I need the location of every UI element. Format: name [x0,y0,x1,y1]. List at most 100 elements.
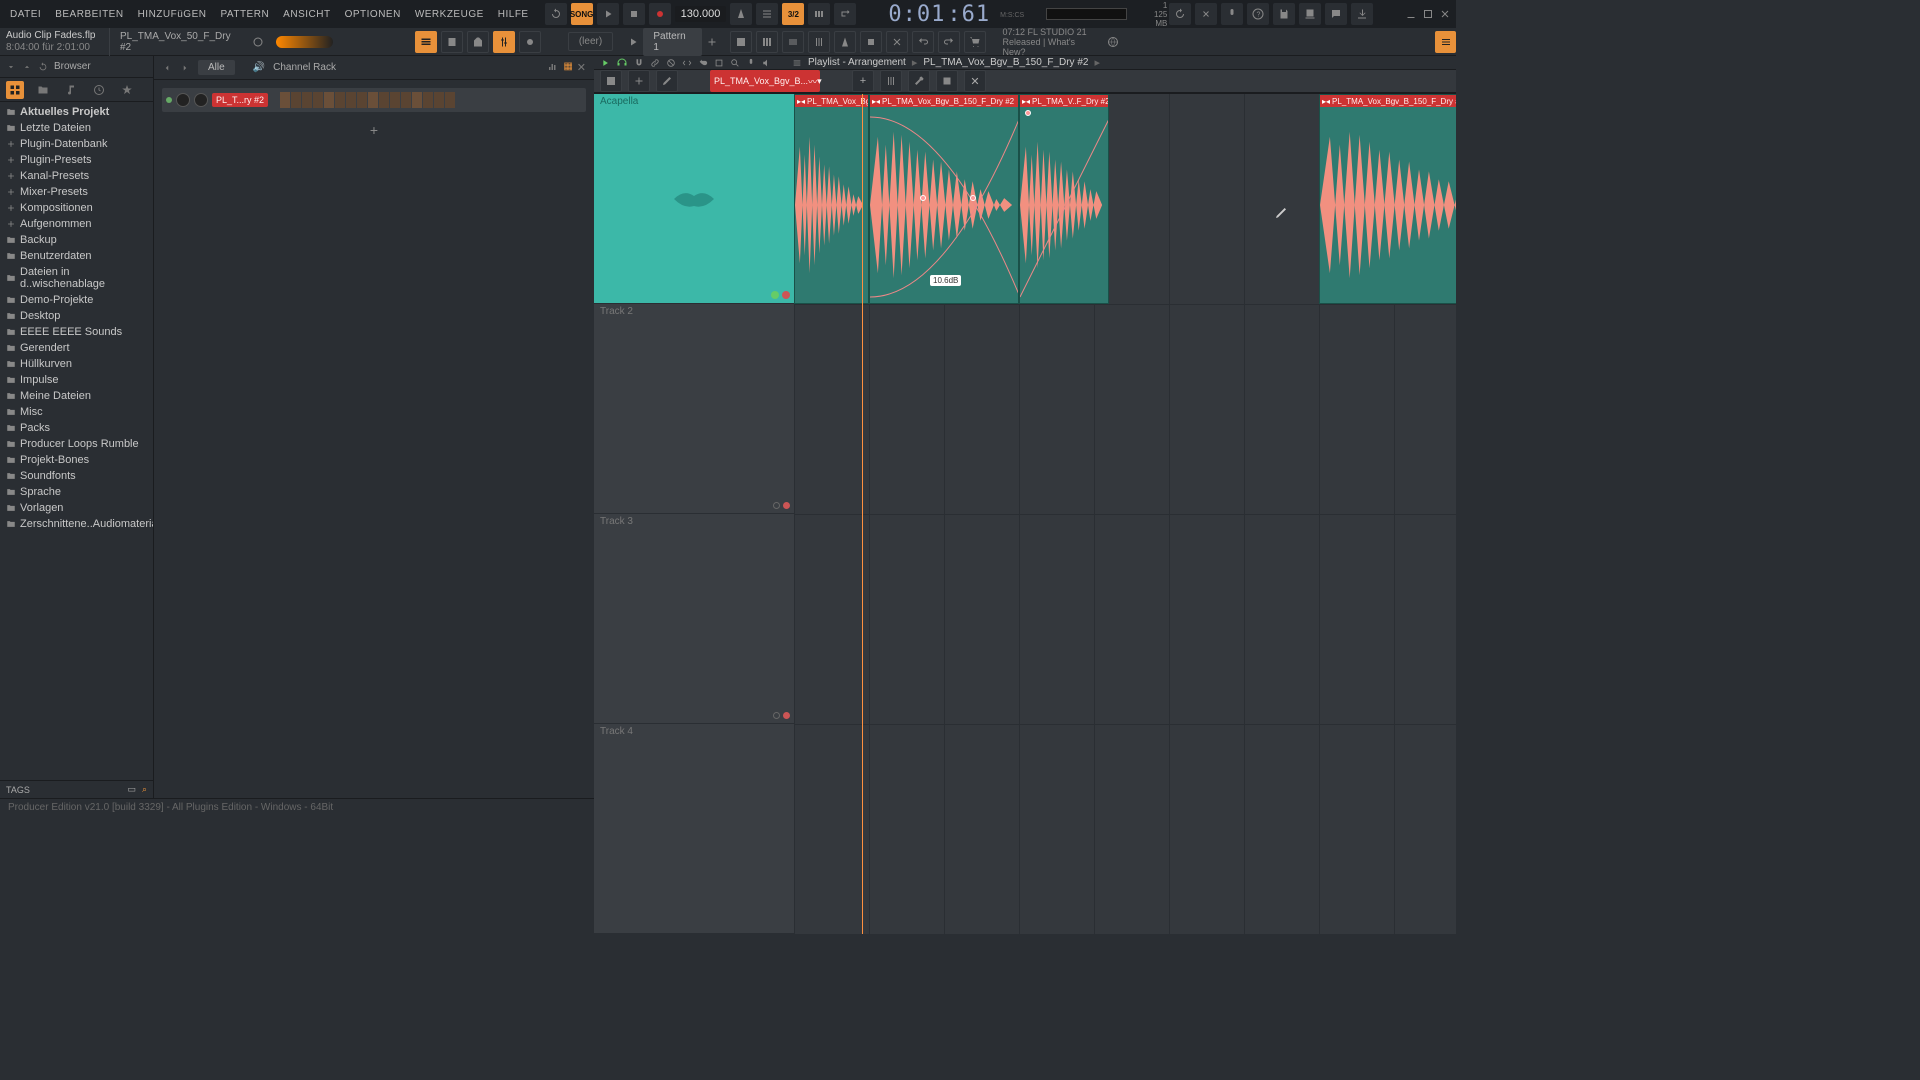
browser-button[interactable] [519,31,541,53]
fade-handle-icon[interactable] [920,195,926,201]
undo-history-icon[interactable] [1169,3,1191,25]
pl-tool-close[interactable]: ✕ [964,70,986,92]
pl-lr-icon[interactable] [682,58,692,68]
track-solo-icon[interactable] [782,291,790,299]
sync-icon[interactable] [545,3,567,25]
maximize-icon[interactable] [1421,3,1436,25]
pattern-add-icon[interactable] [702,31,723,53]
step-icon[interactable] [808,3,830,25]
view-plugin-btn[interactable] [860,31,882,53]
render-icon[interactable] [1299,3,1321,25]
channel-led-icon[interactable] [166,97,172,103]
piano-roll-button[interactable] [441,31,463,53]
tree-item[interactable]: Projekt-Bones [0,452,153,468]
menu-hilfe[interactable]: HILFE [492,9,535,20]
stop-button[interactable] [623,3,645,25]
tree-item[interactable]: Producer Loops Rumble [0,436,153,452]
tree-item[interactable]: Dateien in d..wischenablage [0,264,153,292]
view-close-btn[interactable] [886,31,908,53]
menu-datei[interactable]: DATEI [4,9,47,20]
browser-folder-icon[interactable] [34,81,52,99]
rack-fwd-icon[interactable] [180,63,190,73]
rack-graph-icon[interactable] [547,61,559,73]
menu-werkzeuge[interactable]: WERKZEUGE [409,9,490,20]
playhead[interactable] [862,94,863,934]
loop-icon[interactable] [834,3,856,25]
browser-audio-icon[interactable] [62,81,80,99]
playlist-view-button[interactable] [415,31,437,53]
tree-item[interactable]: Kanal-Presets [0,168,153,184]
metronome-icon[interactable] [730,3,752,25]
audio-clip[interactable]: ▸◂PL_TMA_Vox_Bgv_B_150_F_Dry #2 10.6dB [869,94,1019,304]
tree-item[interactable]: Misc [0,404,153,420]
download-icon[interactable] [1351,3,1373,25]
pl-mic-icon[interactable] [746,58,756,68]
tree-item[interactable]: Mixer-Presets [0,184,153,200]
view-channelrack-btn[interactable] [782,31,804,53]
rack-grid-icon[interactable]: ▦ [563,61,572,74]
pl-tool-pattern[interactable] [936,70,958,92]
tree-item[interactable]: Gerendert [0,340,153,356]
pl-tool-draw[interactable] [656,70,678,92]
tree-item[interactable]: Desktop [0,308,153,324]
collapse-icon[interactable] [6,62,16,72]
view-mixer-btn[interactable] [808,31,830,53]
tree-item[interactable]: Plugin-Presets [0,152,153,168]
menu-bearbeiten[interactable]: BEARBEITEN [49,9,129,20]
channel-vol-knob[interactable] [194,93,208,107]
audio-clip[interactable]: ▸◂PL_TMA_V..F_Dry #2 [1019,94,1109,304]
playlist-grid[interactable]: 2 3 4 5 6 7 8 ▸◂PL_TMA_Vox_Bgv ▸◂PL_ [794,94,1456,934]
pl-headphones-icon[interactable] [616,57,628,69]
audio-clip[interactable]: ▸◂PL_TMA_Vox_Bgv_B_150_F_Dry #2 [1319,94,1456,304]
pl-link-icon[interactable] [650,58,660,68]
audio-clip[interactable]: ▸◂PL_TMA_Vox_Bgv [794,94,869,304]
view-tempo-btn[interactable] [834,31,856,53]
rack-channel-row[interactable]: PL_T...ry #2 [162,88,586,112]
pl-tool-add[interactable] [628,70,650,92]
fade-handle-icon[interactable] [1025,110,1031,116]
pl-tool-wrench[interactable] [908,70,930,92]
rack-back-icon[interactable] [162,63,172,73]
track-mute-icon[interactable] [771,291,779,299]
tree-item[interactable]: Hüllkurven [0,356,153,372]
channel-pan-knob[interactable] [176,93,190,107]
pattern-prev-icon[interactable] [623,31,644,53]
rack-speaker-icon[interactable]: 🔊 [253,62,265,73]
rack-filter[interactable]: Alle [198,60,235,75]
tree-item[interactable]: Kompositionen [0,200,153,216]
pl-tool-sliders[interactable] [880,70,902,92]
mini-play-icon[interactable] [248,31,269,53]
project-name-field[interactable]: PL_TMA_Vox_50_F_Dry #2 [110,31,248,53]
view-shop-btn[interactable] [964,31,986,53]
track-header-3[interactable]: Track 3 [594,514,794,724]
pl-speaker-icon[interactable] [762,58,772,68]
track-header-4[interactable]: Track 4 [594,724,794,934]
tags-toggle-icon[interactable]: ▭ [127,784,136,795]
minimize-icon[interactable] [1404,3,1419,25]
pl-play-icon[interactable] [600,58,610,68]
browser-clock-icon[interactable] [90,81,108,99]
tree-item[interactable]: Soundfonts [0,468,153,484]
search-icon[interactable]: ⌕ [142,784,147,795]
tree-item[interactable]: Aufgenommen [0,216,153,232]
tree-item[interactable]: Demo-Projekte [0,292,153,308]
close-icon[interactable] [1437,3,1452,25]
tags-label[interactable]: TAGS [6,785,30,795]
pl-clip-picker[interactable]: PL_TMA_Vox_Bgv_B... 〰 ▾ [710,70,820,92]
countdown-icon[interactable] [756,3,778,25]
pl-tool-plus[interactable]: + [852,70,874,92]
help-icon[interactable]: ? [1247,3,1269,25]
master-volume[interactable] [276,36,333,48]
track-mute-icon[interactable] [773,502,780,509]
up-icon[interactable] [22,62,32,72]
tree-item[interactable]: Aktuelles Projekt [0,104,153,120]
pl-crumb-1[interactable]: Playlist - Arrangement [808,57,906,68]
pl-menu-icon[interactable] [792,58,802,68]
time-counter[interactable]: 0:01:61 [888,2,990,27]
refresh-icon[interactable] [38,62,48,72]
pl-bounds-icon[interactable] [714,58,724,68]
play-button[interactable] [597,3,619,25]
browser-tree[interactable]: Aktuelles Projekt Letzte Dateien Plugin-… [0,102,153,780]
save-icon[interactable] [1273,3,1295,25]
picker-dropdown-icon[interactable]: ▾ [817,76,822,87]
